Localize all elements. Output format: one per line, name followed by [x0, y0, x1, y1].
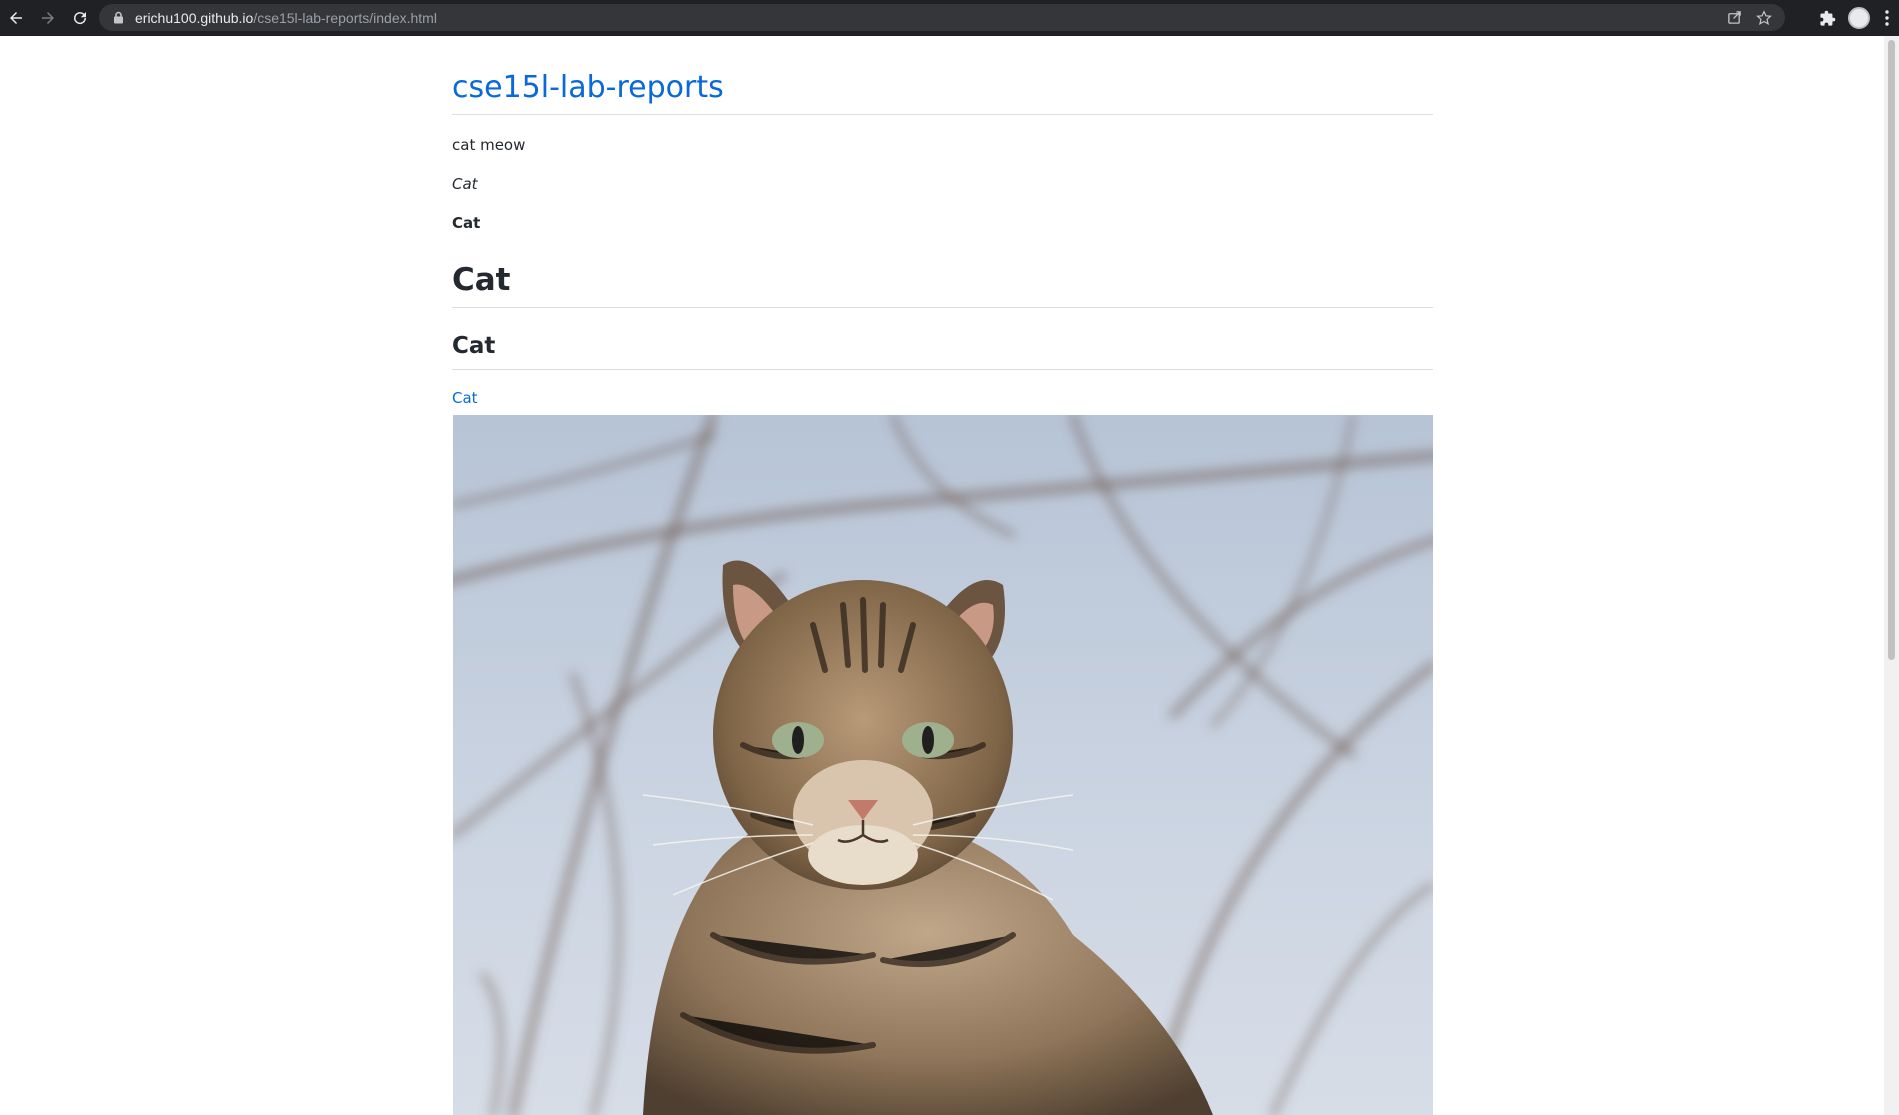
back-button[interactable]: [0, 0, 32, 36]
address-bar[interactable]: erichu100.github.io/cse15l-lab-reports/i…: [99, 4, 1785, 31]
arrow-left-icon: [10, 12, 22, 24]
cat-photo-illustration: [453, 415, 1433, 1115]
site-title: cse15l-lab-reports: [452, 70, 1433, 115]
url-text: erichu100.github.io/cse15l-lab-reports/i…: [135, 10, 437, 26]
heading-2: Cat: [452, 333, 1433, 370]
italic-cat: Cat: [452, 175, 478, 193]
site-title-link[interactable]: cse15l-lab-reports: [452, 70, 724, 105]
scrollbar-thumb[interactable]: [1888, 40, 1895, 660]
bold-text: Cat: [452, 214, 481, 232]
forward-button[interactable]: [32, 0, 64, 36]
arrow-right-icon: [42, 12, 54, 24]
cat-photo: [453, 415, 1433, 1115]
avatar-icon: [1848, 7, 1870, 29]
share-icon[interactable]: [1719, 4, 1749, 31]
cat-link[interactable]: Cat: [452, 389, 478, 407]
browser-toolbar: erichu100.github.io/cse15l-lab-reports/i…: [0, 0, 1899, 36]
link-paragraph: Cat: [452, 388, 1433, 409]
reload-button[interactable]: [64, 0, 96, 36]
url-path: /cse15l-lab-reports/index.html: [253, 9, 437, 26]
bookmark-star-icon[interactable]: [1749, 4, 1779, 31]
extensions-puzzle-icon[interactable]: [1811, 0, 1843, 36]
paragraph-text: cat meow: [452, 136, 526, 154]
profile-avatar[interactable]: [1843, 0, 1875, 36]
menu-kebab-icon[interactable]: [1875, 0, 1899, 36]
heading-1: Cat: [452, 262, 1433, 309]
reload-icon: [74, 12, 87, 25]
italic-text: Cat: [452, 174, 1433, 195]
url-host: erichu100.github.io: [135, 9, 254, 26]
page-content: cse15l-lab-reports cat meow Cat Cat Cat …: [452, 36, 1433, 409]
lock-icon: [111, 11, 125, 25]
page-scrollbar[interactable]: [1884, 36, 1899, 1115]
